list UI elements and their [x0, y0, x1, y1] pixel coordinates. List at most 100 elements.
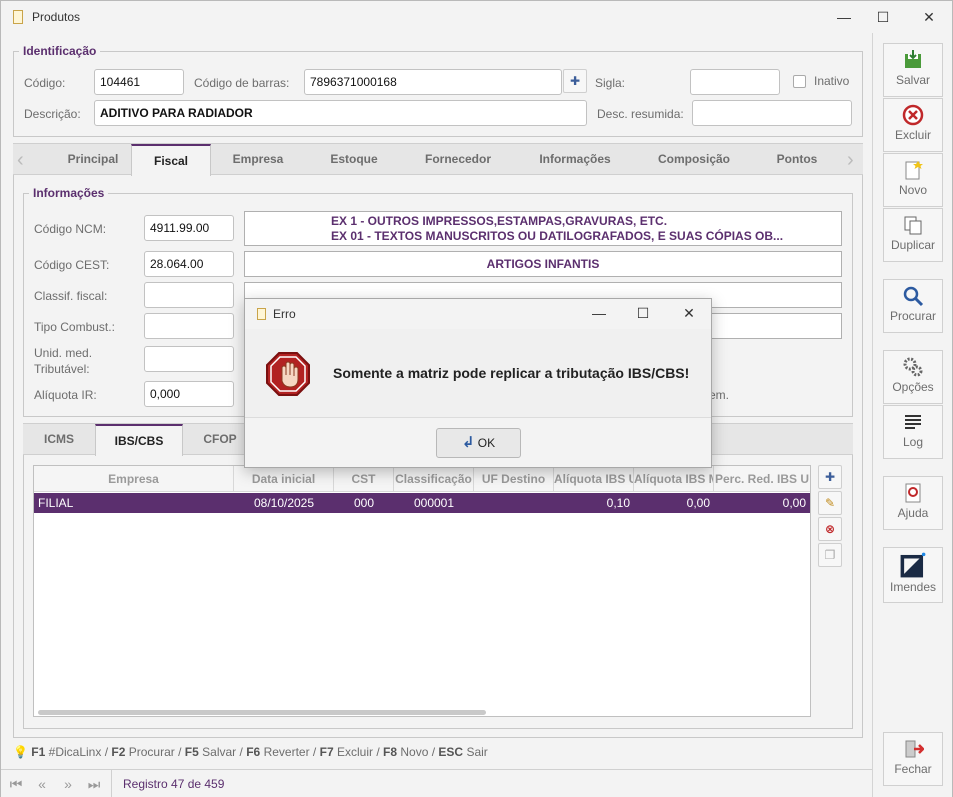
sigla-input[interactable]: [690, 69, 780, 95]
status-divider: [111, 770, 112, 797]
tab-composicao[interactable]: Composição: [643, 144, 745, 175]
main-tabs: ‹ Principal Fiscal Empresa Estoque Forne…: [13, 143, 863, 176]
dialog-footer: ↲ OK: [245, 417, 711, 467]
plus-icon: ✚: [824, 470, 836, 484]
shortcut-key-f6: F6: [246, 745, 261, 759]
shortcut-separator: /: [312, 745, 317, 759]
close-button[interactable]: ✕: [909, 5, 949, 29]
shortcut-separator: /: [178, 745, 182, 759]
tab-fornecedor[interactable]: Fornecedor: [409, 144, 507, 175]
next-record-icon[interactable]: »: [57, 773, 79, 795]
ok-label: OK: [477, 436, 496, 450]
shortcuts-bar: 💡 F1 #DicaLinx / F2 Procurar / F5 Salvar…: [13, 745, 488, 759]
cell-aliq-u: 0,10: [606, 496, 630, 510]
shortcut-separator: /: [376, 745, 380, 759]
title-bar: Produtos — ☐ ✕: [1, 1, 952, 33]
first-record-icon[interactable]: ⏮: [5, 773, 27, 795]
dialog-minimize-button[interactable]: —: [579, 301, 619, 325]
classif-input[interactable]: [144, 282, 234, 308]
col-cst[interactable]: CST: [334, 466, 394, 492]
delete-label: Excluir: [894, 128, 931, 142]
options-button[interactable]: Opções: [883, 350, 943, 404]
unid-input[interactable]: [144, 346, 234, 372]
duplicate-icon: [904, 216, 922, 235]
barras-input[interactable]: 7896371000168: [304, 69, 562, 95]
table-row[interactable]: FILIAL 08/10/2025 000 000001 0,10 0,00 0…: [34, 493, 810, 513]
inativo-label: Inativo: [814, 74, 850, 88]
minimize-button[interactable]: —: [824, 5, 864, 29]
tab-icms[interactable]: ICMS: [23, 424, 95, 455]
combust-input[interactable]: [144, 313, 234, 339]
col-classificacao[interactable]: Classificação: [394, 466, 474, 492]
horizontal-scrollbar[interactable]: [38, 710, 486, 715]
duplicate-button[interactable]: Duplicar: [883, 208, 943, 262]
tabs-scroll-left-icon[interactable]: ‹: [17, 149, 24, 172]
tab-empresa[interactable]: Empresa: [217, 144, 299, 175]
imendes-button[interactable]: Imendes: [883, 547, 943, 603]
dialog-close-button[interactable]: ✕: [669, 301, 709, 325]
shortcut-key-esc: ESC: [438, 745, 464, 759]
cell-uf: [474, 493, 554, 513]
log-button[interactable]: Log: [883, 405, 943, 459]
tabs-scroll-right-icon[interactable]: ›: [847, 149, 854, 172]
tab-cfop[interactable]: CFOP: [189, 424, 251, 455]
maximize-button[interactable]: ☐: [863, 5, 903, 29]
grid-copy-button[interactable]: ❐: [818, 543, 842, 567]
trailing-text: em.: [709, 388, 730, 402]
delete-button[interactable]: Excluir: [883, 98, 943, 152]
descricao-input[interactable]: ADITIVO PARA RADIADOR: [94, 100, 587, 126]
ok-button[interactable]: ↲ OK: [436, 428, 521, 458]
informacoes-legend: Informações: [29, 186, 109, 200]
products-window: Produtos — ☐ ✕ Identificação Código: 104…: [0, 0, 953, 797]
tab-informacoes[interactable]: Informações: [523, 144, 627, 175]
close-form-button[interactable]: Fechar: [883, 732, 943, 786]
desc-resumida-input[interactable]: [692, 100, 852, 126]
close-form-label: Fechar: [894, 762, 932, 776]
cell-perc-u: 0,00: [782, 496, 806, 510]
aliq-ir-input[interactable]: 0,000: [144, 381, 234, 407]
exit-door-icon: [905, 740, 924, 758]
col-aliq-ibs-u[interactable]: Alíquota IBS U: [554, 466, 634, 492]
cest-input[interactable]: 28.064.00: [144, 251, 234, 277]
shortcut-key-f1: F1: [31, 745, 46, 759]
codigo-input[interactable]: 104461: [94, 69, 184, 95]
shortcut-key-f8: F8: [383, 745, 398, 759]
col-data-inicial[interactable]: Data inicial: [234, 466, 334, 492]
tab-fiscal[interactable]: Fiscal: [131, 144, 211, 176]
shortcut-separator: /: [104, 745, 109, 759]
ncm-input[interactable]: 4911.99.00: [144, 215, 234, 241]
tab-estoque[interactable]: Estoque: [311, 144, 397, 175]
help-button[interactable]: Ajuda: [883, 476, 943, 530]
copy-icon: ❐: [824, 548, 836, 562]
save-button[interactable]: Salvar: [883, 43, 943, 97]
tab-ibs-cbs[interactable]: IBS/CBS: [95, 424, 183, 456]
duplicate-label: Duplicar: [890, 238, 935, 252]
tab-principal[interactable]: Principal: [43, 144, 143, 175]
classif-label: Classif. fiscal:: [34, 289, 108, 303]
col-empresa[interactable]: Empresa: [34, 466, 234, 492]
grid-edit-button[interactable]: ✎: [818, 491, 842, 515]
ncm-description-line2: EX 01 - TEXTOS MANUSCRITOS OU DATILOGRAF…: [331, 229, 784, 243]
tab-pontos[interactable]: Pontos: [765, 144, 829, 175]
search-button[interactable]: Procurar: [883, 279, 943, 333]
cell-data: 08/10/2025: [253, 496, 315, 510]
col-aliq-ibs-m[interactable]: Alíquota IBS M: [634, 466, 714, 492]
inativo-checkbox[interactable]: [793, 75, 806, 88]
dialog-maximize-button[interactable]: ☐: [623, 301, 663, 325]
col-uf-destino[interactable]: UF Destino: [474, 466, 554, 492]
last-record-icon[interactable]: ⏭: [83, 773, 105, 795]
col-perc-red-ibs-u[interactable]: Perc. Red. IBS U: [714, 466, 810, 492]
desc-resumida-label: Desc. resumida:: [597, 107, 684, 121]
lightbulb-icon: 💡: [13, 745, 28, 759]
grid-delete-button[interactable]: ⊗: [818, 517, 842, 541]
shortcut-separator: /: [431, 745, 436, 759]
log-label: Log: [902, 435, 924, 449]
error-dialog: Erro — ☐ ✕ Somente a matriz pode replica…: [244, 298, 712, 468]
new-button[interactable]: Novo: [883, 153, 943, 207]
window-title: Produtos: [32, 10, 81, 24]
delete-icon: ⊗: [824, 522, 836, 536]
grid-add-button[interactable]: ✚: [818, 465, 842, 489]
prev-record-icon[interactable]: «: [31, 773, 53, 795]
sigla-label: Sigla:: [595, 76, 626, 90]
add-barcode-button[interactable]: ✚: [563, 69, 587, 93]
